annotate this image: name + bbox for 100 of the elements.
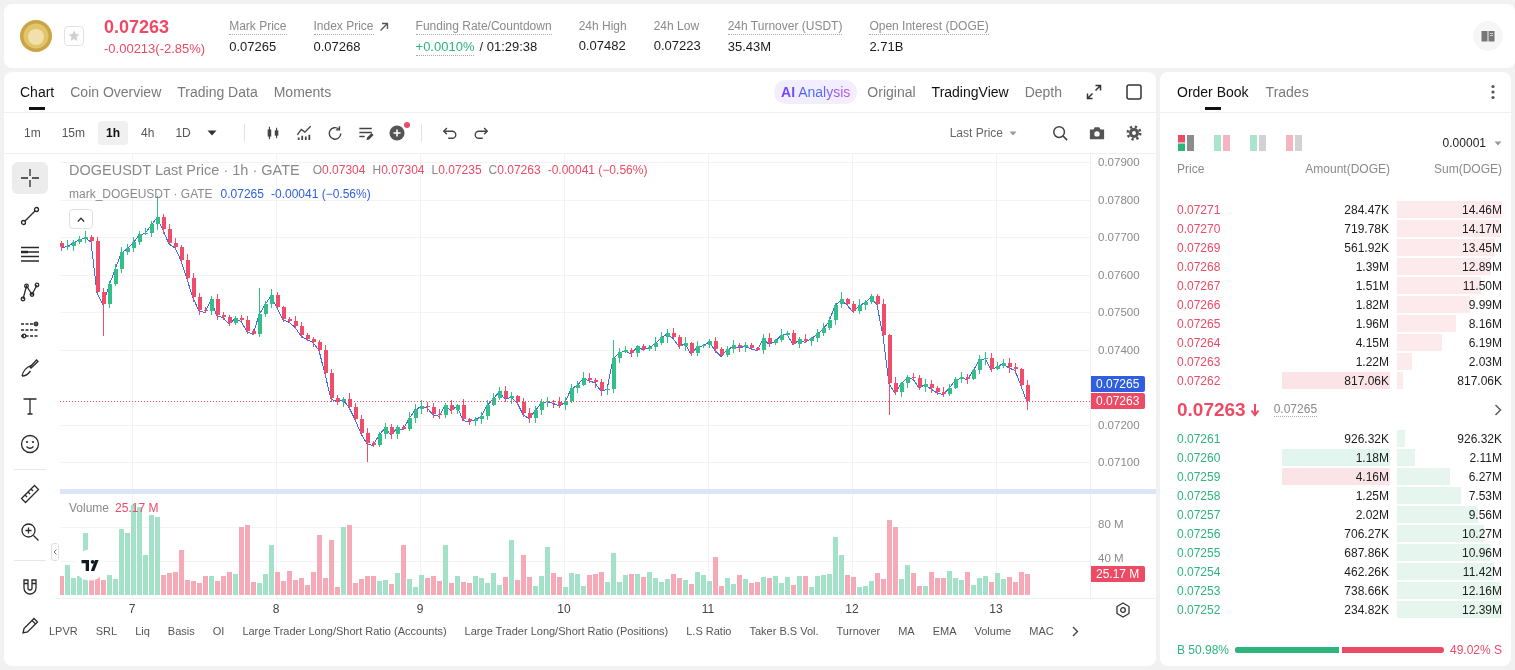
redo-icon[interactable] bbox=[472, 125, 489, 141]
sum-value: 11.50M bbox=[1462, 278, 1502, 293]
sum-value: 12.89M bbox=[1461, 259, 1502, 274]
ai-analysis-button[interactable]: AI Analysis bbox=[774, 80, 858, 104]
camera-icon[interactable] bbox=[1089, 125, 1105, 141]
chevron-right-icon[interactable] bbox=[1071, 625, 1079, 637]
sum-value: 926.32K bbox=[1457, 431, 1502, 446]
horizontal-lines-icon bbox=[20, 244, 40, 264]
ask-price: 0.07263 bbox=[1177, 354, 1222, 369]
view-mode-tab[interactable]: Depth bbox=[1024, 80, 1062, 104]
settings-icon[interactable] bbox=[1126, 125, 1142, 141]
layout-toggle-icon[interactable] bbox=[1177, 134, 1195, 152]
price-tick: 0.07200 bbox=[1098, 417, 1140, 432]
bid-price: 0.07259 bbox=[1177, 469, 1222, 484]
magnet-icon bbox=[20, 578, 40, 598]
price-source-dropdown[interactable]: Last Price bbox=[949, 121, 1017, 145]
bid-price: 0.07255 bbox=[1177, 545, 1222, 560]
collapse-handle[interactable] bbox=[51, 543, 59, 561]
replay-icon[interactable] bbox=[326, 125, 343, 141]
coin-logo-icon bbox=[20, 20, 52, 52]
indicator-button[interactable]: OI bbox=[212, 625, 225, 637]
stat-label: Mark Price bbox=[229, 18, 287, 35]
sum-value: 14.46M bbox=[1461, 202, 1502, 217]
crosshair-icon bbox=[20, 168, 40, 188]
sum-value: 10.27M bbox=[1461, 526, 1502, 541]
price-change: -0.00213(-2.85%) bbox=[104, 40, 206, 57]
stat-label: 24h Turnover (USDT) bbox=[727, 18, 843, 35]
drawing-tool-button[interactable] bbox=[12, 162, 48, 194]
ohlc-value: C0.07263 bbox=[488, 163, 541, 177]
time-label: 9 bbox=[416, 602, 424, 616]
bid-price: 0.07256 bbox=[1177, 526, 1222, 541]
square-icon[interactable] bbox=[1126, 84, 1142, 100]
interval-button[interactable]: 1D bbox=[167, 121, 199, 145]
indicator-button[interactable]: MA bbox=[898, 625, 915, 637]
indicator-button[interactable]: MAC bbox=[1029, 625, 1054, 637]
book-icon[interactable] bbox=[1473, 21, 1503, 51]
ohlc-value: O0.07304 bbox=[312, 163, 366, 177]
chevron-right-icon[interactable] bbox=[1494, 403, 1502, 416]
interval-button[interactable]: 1h bbox=[98, 121, 129, 145]
mark-price: 0.07265 bbox=[1273, 402, 1318, 417]
amount-value: 1.96M bbox=[1355, 316, 1389, 331]
stat-value: 0.07265 bbox=[229, 38, 277, 55]
more-icon[interactable] bbox=[1491, 84, 1495, 100]
amount-value: 2.02M bbox=[1355, 507, 1389, 522]
undo-icon[interactable] bbox=[441, 125, 458, 141]
indicator-button[interactable]: Large Trader Long/Short Ratio (Positions) bbox=[464, 625, 669, 637]
sum-value: 10.96M bbox=[1461, 545, 1502, 560]
layout-toggle-icon[interactable] bbox=[1285, 134, 1303, 152]
bid-price: 0.07253 bbox=[1177, 583, 1222, 598]
amount-value: 1.25M bbox=[1355, 488, 1389, 503]
indicator-button[interactable]: LPVR bbox=[49, 625, 78, 637]
view-mode-tab[interactable]: TradingView bbox=[931, 80, 1009, 104]
ask-price: 0.07268 bbox=[1177, 259, 1222, 274]
indicator-button[interactable]: Taker B.S Vol. bbox=[749, 625, 819, 637]
caret-down-icon bbox=[1009, 130, 1017, 136]
list-edit-icon[interactable] bbox=[357, 125, 374, 141]
amount-value: 4.15M bbox=[1355, 335, 1389, 350]
chart-tab[interactable]: Trading Data bbox=[177, 72, 258, 112]
sum-value: 6.27M bbox=[1468, 469, 1502, 484]
bid-price: 0.07258 bbox=[1177, 488, 1222, 503]
indicator-button[interactable]: Turnover bbox=[836, 625, 881, 637]
precision-dropdown[interactable]: 0.00001 bbox=[1442, 132, 1502, 154]
add-circle-icon[interactable] bbox=[388, 125, 405, 141]
indicator-button[interactable]: L.S Ratio bbox=[686, 625, 732, 637]
depth-bar bbox=[1397, 449, 1415, 466]
settings-icon[interactable] bbox=[1115, 601, 1131, 618]
price-tick: 0.07100 bbox=[1098, 455, 1140, 469]
indicator-button[interactable]: EMA bbox=[932, 625, 957, 637]
arrow-up-right-icon[interactable] bbox=[378, 21, 389, 32]
logo-icon[interactable] bbox=[74, 549, 106, 581]
caret-down-icon[interactable] bbox=[206, 130, 217, 136]
stat-value: 0.07482 bbox=[578, 37, 626, 54]
price-tick: 0.07800 bbox=[1098, 192, 1140, 207]
amount-value: 1.18M bbox=[1355, 450, 1389, 465]
indicator-button[interactable]: Large Trader Long/Short Ratio (Accounts) bbox=[242, 625, 447, 637]
amount-value: 738.66K bbox=[1344, 583, 1389, 598]
chart-tab[interactable]: Moments bbox=[273, 72, 332, 112]
search-icon[interactable] bbox=[1052, 125, 1068, 141]
indicator-button[interactable]: SRL bbox=[95, 625, 118, 637]
layout-toggle-icon[interactable] bbox=[1213, 134, 1231, 152]
chart-tab[interactable]: Coin Overview bbox=[70, 72, 162, 112]
sum-value: 9.56M bbox=[1468, 507, 1502, 522]
amount-value: 719.78K bbox=[1344, 221, 1389, 236]
collapse-button[interactable] bbox=[69, 209, 93, 229]
order-book-tab[interactable]: Trades bbox=[1265, 72, 1309, 112]
expand-icon[interactable] bbox=[1086, 84, 1102, 100]
indicator-button[interactable]: Volume bbox=[974, 625, 1012, 637]
ask-price: 0.07267 bbox=[1177, 278, 1222, 293]
layout-toggle-icon[interactable] bbox=[1249, 134, 1267, 152]
indicator-chart-icon[interactable] bbox=[295, 125, 312, 141]
indicator-button[interactable]: Liq bbox=[135, 625, 150, 637]
interval-button[interactable]: 4h bbox=[133, 121, 163, 145]
view-mode-tab[interactable]: Original bbox=[867, 80, 916, 104]
interval-button[interactable]: 15m bbox=[53, 121, 93, 145]
price-tick: 0.07400 bbox=[1098, 342, 1140, 357]
indicator-button[interactable]: Basis bbox=[167, 625, 195, 637]
bid-price: 0.07257 bbox=[1177, 507, 1222, 522]
trend-line-icon bbox=[20, 206, 40, 226]
interval-button[interactable]: 1m bbox=[16, 121, 49, 145]
countdown: / 01:29:38 bbox=[479, 39, 538, 55]
